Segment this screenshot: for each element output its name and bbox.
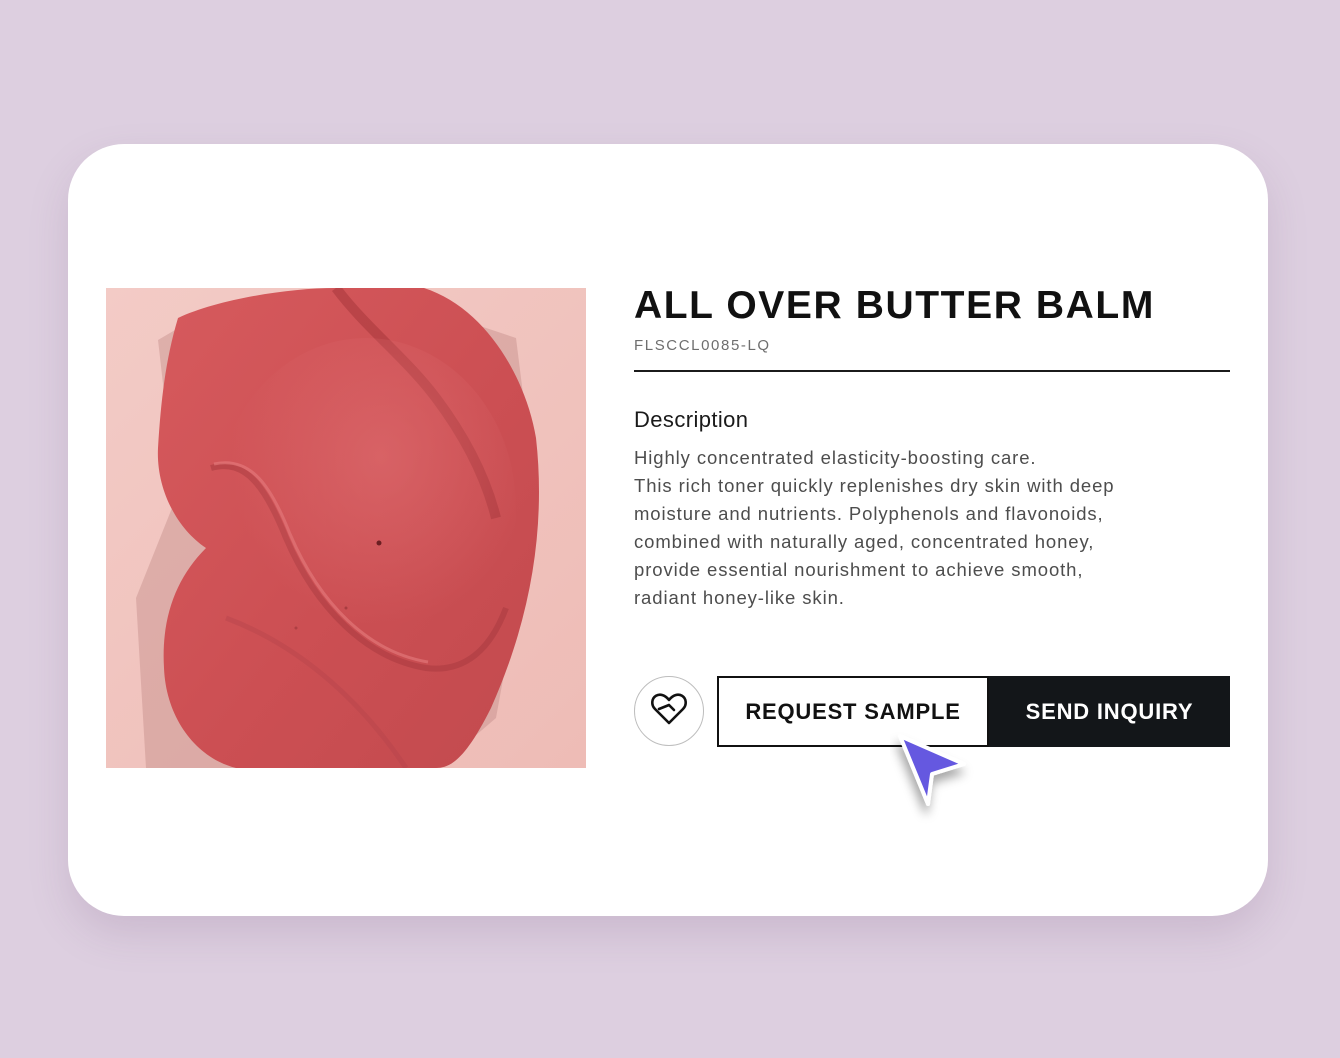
product-title: ALL OVER BUTTER BALM <box>634 284 1155 327</box>
favorite-button[interactable] <box>634 676 704 746</box>
description-text: Highly concentrated elasticity-boosting … <box>634 444 1230 612</box>
heart-icon <box>650 692 688 731</box>
product-image <box>106 288 586 768</box>
description-line: moisture and nutrients. Polyphenols and … <box>634 503 1104 524</box>
pointer-arrow-icon <box>890 728 980 824</box>
description-line: Highly concentrated elasticity-boosting … <box>634 447 1037 468</box>
description-line: radiant honey-like skin. <box>634 587 845 608</box>
description-line: provide essential nourishment to achieve… <box>634 559 1084 580</box>
product-card: ALL OVER BUTTER BALM FLSCCL0085-LQ Descr… <box>68 144 1268 916</box>
description-line: combined with naturally aged, concentrat… <box>634 531 1095 552</box>
product-info: ALL OVER BUTTER BALM FLSCCL0085-LQ Descr… <box>634 282 1230 612</box>
description-line: This rich toner quickly replenishes dry … <box>634 475 1115 496</box>
product-sku: FLSCCL0085-LQ <box>634 337 771 354</box>
title-divider <box>634 370 1230 372</box>
send-inquiry-button[interactable]: SEND INQUIRY <box>989 676 1230 747</box>
description-heading: Description <box>634 407 749 432</box>
